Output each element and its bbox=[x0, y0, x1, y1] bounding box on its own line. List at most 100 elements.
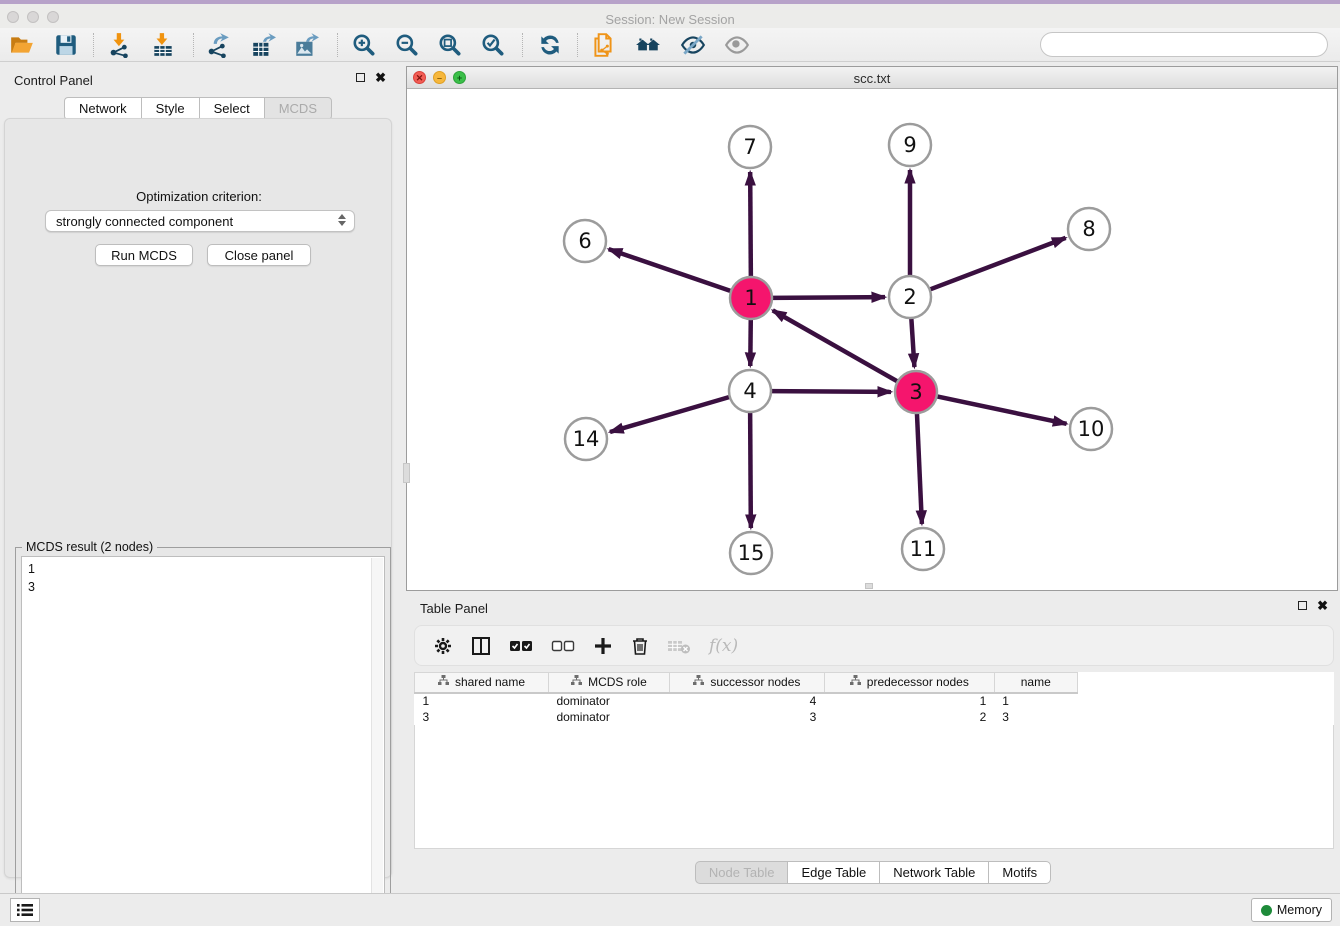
graph-edge-1-7[interactable] bbox=[750, 172, 751, 277]
float-panel-icon[interactable] bbox=[356, 73, 365, 82]
graph-node-4[interactable]: 4 bbox=[729, 370, 771, 412]
show-all-icon[interactable] bbox=[721, 31, 753, 59]
svg-text:8: 8 bbox=[1082, 217, 1095, 241]
graph-edge-4-3[interactable] bbox=[771, 391, 891, 392]
first-neighbors-icon[interactable] bbox=[632, 31, 664, 59]
graph-edge-4-15[interactable] bbox=[750, 412, 751, 528]
copy-network-icon[interactable] bbox=[587, 31, 619, 59]
tab-network-table[interactable]: Network Table bbox=[879, 861, 988, 884]
network-window-titlebar[interactable]: ✕ – + scc.txt bbox=[407, 67, 1337, 89]
float-table-panel-icon[interactable] bbox=[1298, 601, 1307, 610]
zoom-in-icon[interactable] bbox=[348, 31, 380, 59]
zoom-selected-icon[interactable] bbox=[477, 31, 509, 59]
hide-selected-icon[interactable] bbox=[677, 31, 709, 59]
memory-button[interactable]: Memory bbox=[1251, 898, 1332, 922]
table-cell[interactable]: 3 bbox=[994, 709, 1077, 725]
tab-node-table[interactable]: Node Table bbox=[695, 861, 788, 884]
zoom-fit-icon[interactable] bbox=[434, 31, 466, 59]
graph-edge-3-1[interactable] bbox=[773, 310, 898, 381]
graph-edge-1-2[interactable] bbox=[772, 297, 885, 298]
hierarchy-icon bbox=[571, 675, 582, 689]
titlebar: Session: New Session bbox=[0, 4, 1340, 28]
table-cell[interactable]: 3 bbox=[415, 709, 549, 725]
table-settings-icon[interactable] bbox=[433, 633, 453, 659]
column-header-shared-name[interactable]: shared name bbox=[415, 673, 549, 693]
run-mcds-button[interactable]: Run MCDS bbox=[95, 244, 193, 266]
graph-node-7[interactable]: 7 bbox=[729, 126, 771, 168]
svg-text:2: 2 bbox=[903, 285, 916, 309]
table-row[interactable]: 3dominator323 bbox=[415, 709, 1335, 725]
table-cell[interactable]: 3 bbox=[669, 709, 824, 725]
criterion-select[interactable]: strongly connected component bbox=[45, 210, 355, 232]
export-image-icon[interactable] bbox=[290, 31, 322, 59]
graph-edge-2-3[interactable] bbox=[911, 318, 914, 367]
column-header-MCDS-role[interactable]: MCDS role bbox=[548, 673, 669, 693]
export-table-icon[interactable] bbox=[247, 31, 279, 59]
scrollbar-track[interactable] bbox=[371, 558, 383, 919]
table-cell[interactable]: 4 bbox=[669, 693, 824, 709]
column-header-successor-nodes[interactable]: successor nodes bbox=[669, 673, 824, 693]
close-table-panel-icon[interactable]: ✖ bbox=[1317, 601, 1328, 610]
graph-node-6[interactable]: 6 bbox=[564, 220, 606, 262]
table-cell[interactable]: 1 bbox=[824, 693, 994, 709]
graph-node-9[interactable]: 9 bbox=[889, 124, 931, 166]
table-cell[interactable]: dominator bbox=[548, 693, 669, 709]
mcds-result-text[interactable]: 1 3 bbox=[21, 556, 385, 919]
task-history-icon[interactable] bbox=[10, 898, 40, 922]
svg-text:4: 4 bbox=[743, 379, 756, 403]
resize-handle[interactable] bbox=[865, 583, 873, 589]
svg-text:3: 3 bbox=[909, 380, 922, 404]
save-session-icon[interactable] bbox=[50, 31, 82, 59]
tab-style[interactable]: Style bbox=[141, 97, 199, 120]
open-session-icon[interactable] bbox=[6, 31, 38, 59]
delete-column-icon[interactable] bbox=[631, 633, 649, 659]
create-column-icon[interactable] bbox=[593, 633, 613, 659]
show-column-icon[interactable] bbox=[471, 633, 491, 659]
graph-edge-2-8[interactable] bbox=[930, 238, 1066, 290]
column-header-name[interactable]: name bbox=[994, 673, 1077, 693]
column-header-predecessor-nodes[interactable]: predecessor nodes bbox=[824, 673, 994, 693]
graph-node-15[interactable]: 15 bbox=[730, 532, 772, 574]
memory-label: Memory bbox=[1277, 903, 1322, 917]
unselect-all-columns-icon[interactable] bbox=[551, 633, 575, 659]
tab-mcds[interactable]: MCDS bbox=[264, 97, 332, 120]
table-cell[interactable]: 2 bbox=[824, 709, 994, 725]
search-input[interactable] bbox=[1040, 32, 1328, 57]
tab-select[interactable]: Select bbox=[199, 97, 264, 120]
graph-node-2[interactable]: 2 bbox=[889, 276, 931, 318]
graph-node-11[interactable]: 11 bbox=[902, 528, 944, 570]
table-cell[interactable]: dominator bbox=[548, 709, 669, 725]
splitter-handle[interactable] bbox=[403, 463, 410, 483]
graph-node-1[interactable]: 1 bbox=[730, 277, 772, 319]
table-cell[interactable]: 1 bbox=[415, 693, 549, 709]
graph-edge-4-14[interactable] bbox=[610, 397, 730, 432]
table-toolbar: f(x) bbox=[414, 625, 1334, 666]
graph-node-10[interactable]: 10 bbox=[1070, 408, 1112, 450]
svg-text:11: 11 bbox=[910, 537, 937, 561]
graph-edge-3-11[interactable] bbox=[917, 413, 922, 524]
graph-edge-1-6[interactable] bbox=[609, 249, 731, 291]
function-builder-icon[interactable]: f(x) bbox=[709, 636, 738, 656]
close-panel-icon[interactable]: ✖ bbox=[375, 73, 386, 82]
graph-edge-3-10[interactable] bbox=[937, 396, 1067, 423]
delete-table-icon[interactable] bbox=[667, 633, 691, 659]
graph-node-14[interactable]: 14 bbox=[565, 418, 607, 460]
export-network-icon[interactable] bbox=[202, 31, 234, 59]
tab-edge-table[interactable]: Edge Table bbox=[787, 861, 879, 884]
import-network-icon[interactable] bbox=[104, 31, 136, 59]
tab-motifs[interactable]: Motifs bbox=[988, 861, 1051, 884]
tab-network[interactable]: Network bbox=[64, 97, 141, 120]
zoom-out-icon[interactable] bbox=[391, 31, 423, 59]
import-table-icon[interactable] bbox=[147, 31, 179, 59]
graph-node-3[interactable]: 3 bbox=[895, 371, 937, 413]
refresh-layout-icon[interactable] bbox=[534, 31, 566, 59]
node-table-header: shared nameMCDS rolesuccessor nodesprede… bbox=[415, 673, 1335, 693]
graph-edge-1-4[interactable] bbox=[750, 319, 751, 366]
table-row[interactable]: 1dominator411 bbox=[415, 693, 1335, 709]
table-cell[interactable]: 1 bbox=[994, 693, 1077, 709]
status-bar: Memory bbox=[0, 893, 1340, 926]
close-panel-button[interactable]: Close panel bbox=[207, 244, 311, 266]
graph-node-8[interactable]: 8 bbox=[1068, 208, 1110, 250]
network-graph-canvas[interactable]: 7 9 6 8 1 2 4 3 14 10 15 11 bbox=[407, 89, 1337, 591]
select-all-columns-icon[interactable] bbox=[509, 633, 533, 659]
